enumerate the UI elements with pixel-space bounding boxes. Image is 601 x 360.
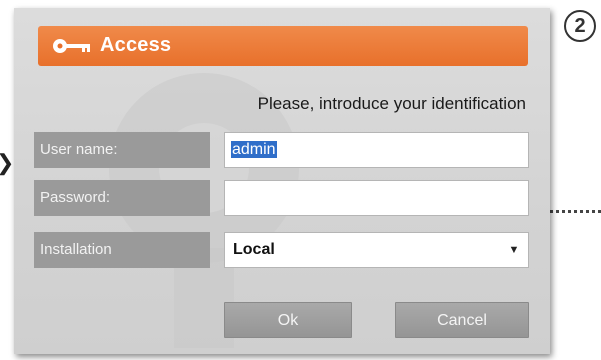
password-input[interactable] [224,180,529,216]
step-number-badge: 2 [564,10,596,42]
username-input[interactable]: admin [224,132,529,168]
installation-select[interactable]: Local ▼ [224,232,529,268]
identification-prompt: Please, introduce your identification [257,94,526,113]
cancel-button[interactable]: Cancel [395,302,529,338]
installation-label: Installation [34,232,210,268]
password-row: Password: [34,180,530,216]
key-icon [53,39,90,53]
dropdown-arrow-icon[interactable]: ▼ [500,233,528,267]
installation-row: Installation Local ▼ [34,232,530,268]
username-row: User name: admin [34,132,530,168]
installation-selected-value: Local [233,241,275,258]
password-label: Password: [34,180,210,216]
access-dialog: Access Please, introduce your identifica… [14,8,550,354]
screenshot-stage: 2 ❯ Access Please, introduce your identi… [0,0,601,360]
ok-button[interactable]: Ok [224,302,352,338]
dialog-title: Access [100,34,172,56]
username-value: admin [231,141,277,158]
username-label: User name: [34,132,210,168]
pointer-arrow-icon: ❯ [0,152,14,174]
dialog-title-bar: Access [38,26,528,66]
